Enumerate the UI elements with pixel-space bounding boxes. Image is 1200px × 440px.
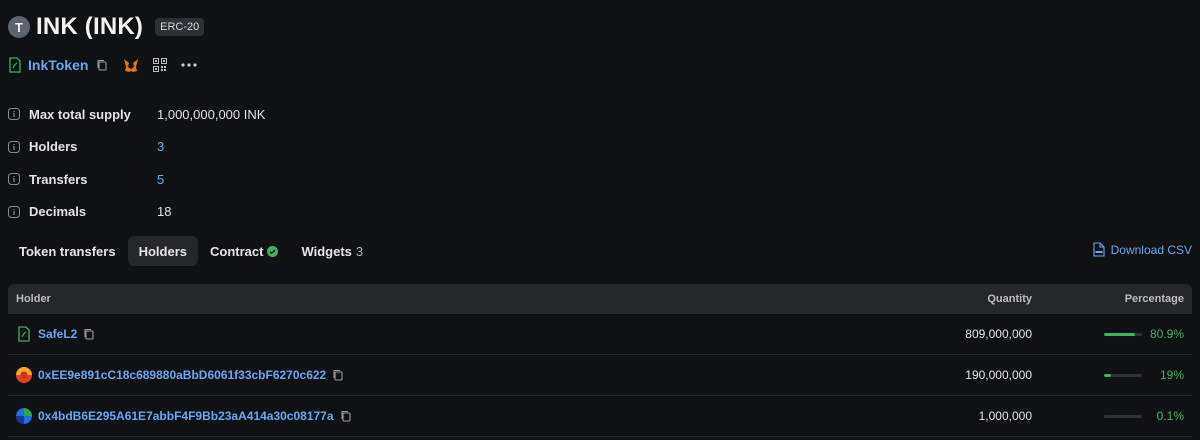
- detail-label: Holders: [29, 139, 78, 155]
- download-csv-label: Download CSV: [1110, 242, 1192, 257]
- detail-row-transfers: Transfers 5: [8, 163, 608, 196]
- copy-icon[interactable]: [332, 369, 343, 381]
- contract-icon: [9, 57, 21, 73]
- tab-label: Holders: [138, 243, 187, 259]
- tab-holders[interactable]: Holders: [127, 236, 198, 266]
- holder-percentage: 19%: [1159, 368, 1184, 382]
- column-header-holder: Holder: [16, 293, 51, 305]
- info-icon[interactable]: [8, 205, 20, 218]
- table-row: SafeL2 809,000,000 80.9%: [8, 314, 1192, 355]
- percentage-bar: [1104, 332, 1142, 336]
- download-csv-button[interactable]: Download CSV: [1093, 242, 1192, 257]
- tab-bar: Token transfers Holders Contract Widgets…: [8, 236, 375, 266]
- transfers-count-link[interactable]: 5: [157, 172, 164, 187]
- tab-widgets[interactable]: Widgets 3: [290, 236, 374, 266]
- detail-row-decimals: Decimals 18: [8, 196, 608, 229]
- identicon-icon: [16, 367, 32, 383]
- tab-count: 3: [355, 243, 364, 259]
- info-icon[interactable]: [8, 140, 20, 153]
- qr-code-icon[interactable]: [153, 58, 168, 72]
- holder-percentage: 0.1%: [1156, 409, 1184, 423]
- contract-icon: [18, 326, 30, 342]
- page-title: INK (INK): [36, 13, 144, 40]
- token-details: Max total supply 1,000,000,000 INK Holde…: [8, 98, 608, 228]
- holder-quantity: 809,000,000: [965, 327, 1032, 341]
- verified-check-icon: [267, 245, 279, 257]
- detail-row-max-supply: Max total supply 1,000,000,000 INK: [8, 98, 608, 131]
- more-options-icon[interactable]: [181, 63, 198, 67]
- info-icon[interactable]: [8, 173, 20, 186]
- holders-count-link[interactable]: 3: [157, 139, 164, 154]
- contract-address-row: InkToken: [8, 54, 198, 76]
- percentage-bar: [1104, 414, 1142, 418]
- holder-address-link[interactable]: 0xEE9e891cC18c689880aBbD6061f33cbF6270c6…: [38, 368, 326, 382]
- holder-address-link[interactable]: 0x4bdB6E295A61E7abbF4F9Bb23aA414a30c0817…: [38, 409, 334, 423]
- metamask-icon[interactable]: [123, 58, 139, 73]
- tab-contract[interactable]: Contract: [199, 236, 289, 266]
- detail-value: 1,000,000,000 INK: [157, 106, 266, 122]
- detail-row-holders: Holders 3: [8, 131, 608, 164]
- identicon-icon: [16, 408, 32, 424]
- column-header-percentage: Percentage: [1124, 293, 1184, 305]
- contract-name-link[interactable]: InkToken: [28, 57, 88, 73]
- token-type-badge: ERC-20: [155, 18, 205, 36]
- tab-label: Token transfers: [19, 243, 116, 259]
- detail-label: Transfers: [29, 171, 88, 187]
- holder-quantity: 190,000,000: [965, 368, 1032, 382]
- tab-label: Contract: [209, 243, 264, 259]
- tab-label: Widgets: [301, 243, 352, 259]
- csv-file-icon: [1093, 242, 1105, 257]
- table-row: 0x4bdB6E295A61E7abbF4F9Bb23aA414a30c0817…: [8, 396, 1192, 437]
- copy-icon[interactable]: [340, 410, 351, 422]
- tab-token-transfers[interactable]: Token transfers: [8, 236, 127, 266]
- token-title-row: T INK (INK) ERC-20: [8, 10, 205, 44]
- table-header: Holder Quantity Percentage: [8, 284, 1192, 314]
- copy-icon[interactable]: [83, 328, 94, 340]
- detail-label: Max total supply: [29, 106, 131, 122]
- holder-quantity: 1,000,000: [978, 409, 1032, 423]
- copy-icon[interactable]: [96, 59, 107, 71]
- percentage-bar: [1104, 373, 1142, 377]
- detail-label: Decimals: [29, 204, 87, 220]
- holders-table: Holder Quantity Percentage SafeL2 809,00…: [8, 284, 1192, 437]
- info-icon[interactable]: [8, 108, 20, 121]
- holder-percentage: 80.9%: [1149, 327, 1184, 341]
- token-avatar: T: [8, 16, 30, 38]
- table-row: 0xEE9e891cC18c689880aBbD6061f33cbF6270c6…: [8, 355, 1192, 396]
- detail-value: 18: [157, 204, 172, 220]
- holder-address-link[interactable]: SafeL2: [38, 327, 77, 341]
- column-header-quantity: Quantity: [987, 293, 1032, 305]
